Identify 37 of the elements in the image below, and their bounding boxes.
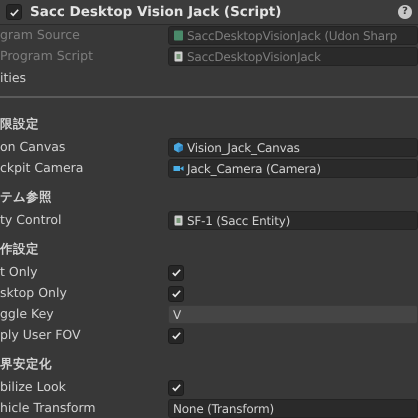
foldout-label[interactable]: ities [0,68,26,88]
section-heading: 限設定 [0,115,39,134]
text-field[interactable]: V [168,305,418,324]
field-label: ckpit Camera [0,159,84,178]
check-icon [170,330,182,341]
asset-icon [173,30,184,41]
enabled-checkbox[interactable] [6,4,22,20]
check-icon [170,267,182,278]
check-icon [170,288,182,299]
field-label: t Only [0,263,39,282]
camera-icon [173,163,184,174]
help-icon[interactable]: ? [398,5,412,19]
field-label: hicle Transform [0,399,97,418]
object-field[interactable]: SF-1 (Sacc Entity) [168,211,418,230]
field-label: ply User FOV [0,326,82,344]
field-label: sktop Only [0,284,68,302]
checkbox[interactable] [168,328,184,344]
component-title: Sacc Desktop Vision Jack (Script) [30,2,282,22]
object-field[interactable]: Vision_Jack_Canvas [168,138,418,157]
object-field[interactable]: Jack_Camera (Camera) [168,159,418,178]
field-label: on Canvas [0,138,66,156]
field-label: Program Script [0,47,94,66]
checkbox[interactable] [168,264,184,280]
script-icon [173,51,184,62]
section-heading: 界安定化 [0,355,52,374]
checkbox[interactable] [168,380,184,396]
field-label: bilize Look [0,378,67,396]
field-label: ggle Key [0,305,55,324]
field-label: gram Source [0,26,81,44]
check-icon [8,6,20,18]
section-heading: テム参照 [0,188,52,206]
cube-icon [173,142,184,153]
object-field[interactable]: None (Transform) [168,399,418,418]
check-icon [170,382,182,393]
field-label: ty Control [0,211,62,230]
checkbox[interactable] [168,286,184,302]
script-icon [173,215,184,226]
